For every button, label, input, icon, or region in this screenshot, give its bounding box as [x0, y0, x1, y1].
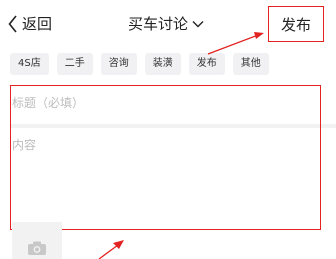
tag-used[interactable]: 二手	[56, 53, 93, 75]
tag-other[interactable]: 其他	[232, 53, 269, 75]
page-title: 买车讨论	[128, 15, 189, 33]
divider	[10, 124, 336, 128]
back-label: 返回	[22, 15, 53, 33]
publish-label: 发布	[280, 15, 311, 34]
category-dropdown[interactable]: 买车讨论	[128, 12, 204, 36]
tag-publish[interactable]: 发布	[188, 53, 225, 75]
tag-decoration[interactable]: 装潢	[144, 53, 181, 75]
camera-icon	[28, 241, 46, 255]
back-button[interactable]: 返回	[8, 12, 52, 36]
content-input[interactable]	[12, 136, 312, 224]
tag-4s-store[interactable]: 4S店	[10, 53, 49, 75]
header-bar: 返回 买车讨论 发布	[0, 0, 336, 48]
title-input[interactable]	[12, 91, 312, 115]
publish-button[interactable]: 发布	[268, 6, 324, 42]
tag-consult[interactable]: 咨询	[100, 53, 137, 75]
post-editor-page: 返回 买车讨论 发布 4S店 二手 咨询 装潢 发布 其他	[0, 0, 336, 259]
chevron-left-icon	[8, 15, 17, 33]
add-photo-button[interactable]	[12, 222, 62, 259]
tag-list: 4S店 二手 咨询 装潢 发布 其他	[10, 53, 269, 75]
chevron-down-icon	[192, 21, 204, 28]
